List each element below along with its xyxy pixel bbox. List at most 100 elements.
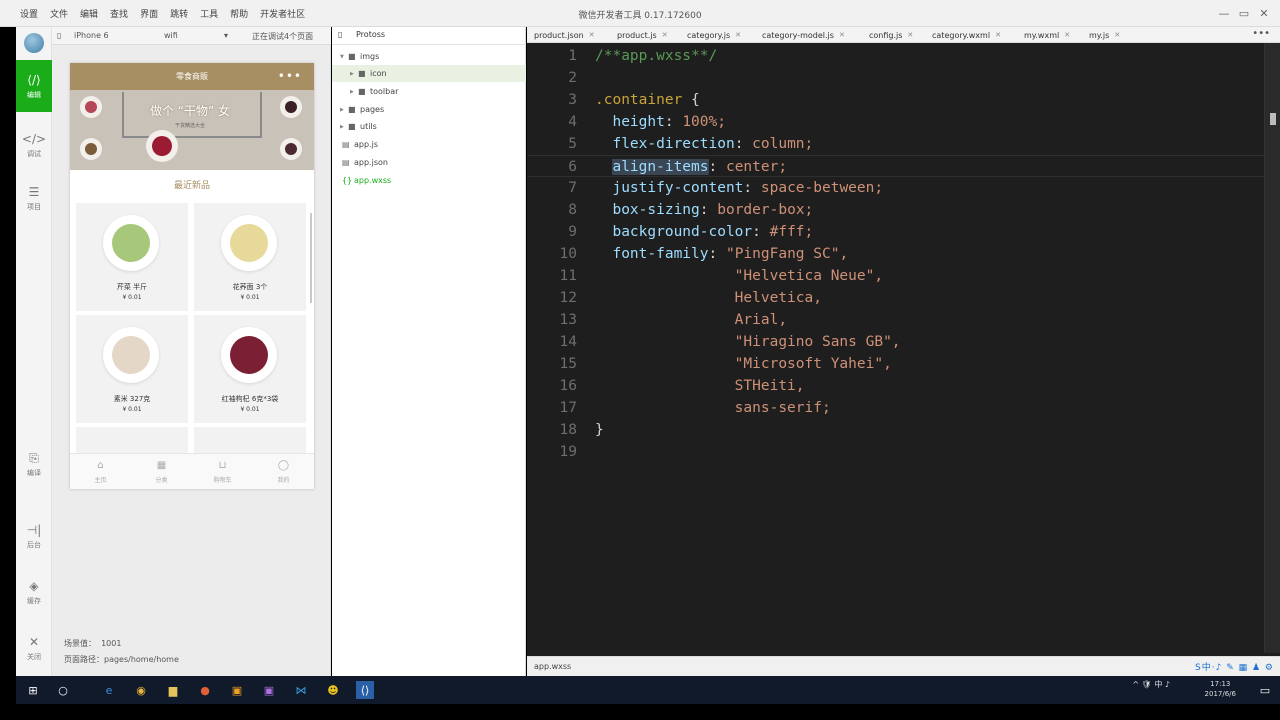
tab-category[interactable]: ▦ 分类 (131, 454, 192, 489)
chevron-right-icon[interactable]: ▶ (340, 107, 348, 113)
menu-item-find[interactable]: 查找 (110, 7, 128, 20)
tree-item-icon[interactable]: ▶ ■ icon (332, 65, 526, 82)
product-card[interactable]: 素米 327克 ¥ 0.01 (76, 315, 188, 423)
code-line[interactable]: 19 (527, 441, 1264, 463)
chevron-right-icon[interactable]: ▶ (350, 71, 358, 77)
close-icon[interactable]: ✕ (735, 31, 741, 39)
tree-item-pages[interactable]: ▶ ■ pages (332, 101, 526, 118)
tab-product-js[interactable]: product.js ✕ (617, 27, 668, 43)
chevron-right-icon[interactable]: ▶ (350, 89, 358, 95)
tab-cart[interactable]: ⊔ 购物车 (192, 454, 253, 489)
menu-item-tools[interactable]: 工具 (200, 7, 218, 20)
clock[interactable]: 17:13 2017/6/6 (1205, 679, 1236, 699)
debug-pages-select[interactable]: 正在调试4个页面 (252, 31, 313, 42)
menu-item-view[interactable]: 界面 (140, 7, 158, 20)
more-icon[interactable]: ••• (278, 69, 302, 83)
close-icon[interactable]: ✕ (589, 31, 595, 39)
menu-item-goto[interactable]: 跳转 (170, 7, 188, 20)
tab-profile[interactable]: ◯ 我的 (253, 454, 314, 489)
tree-item-app-json[interactable]: ▤ app.json (332, 154, 526, 171)
device-select[interactable]: iPhone 6 (74, 31, 109, 40)
scroll-thumb[interactable] (1270, 113, 1276, 125)
tab-category-wxml[interactable]: category.wxml ✕ (932, 27, 1001, 43)
app-icon[interactable]: ☻ (324, 681, 342, 699)
tab-category-js[interactable]: category.js ✕ (687, 27, 741, 43)
product-card[interactable]: 红袖枸杞 6克*3袋 ¥ 0.01 (194, 315, 306, 423)
product-card[interactable]: 芹菜 半斤 ¥ 0.01 (76, 203, 188, 311)
close-icon[interactable]: ✕ (662, 31, 668, 39)
file-explorer-icon[interactable]: ▆ (164, 681, 182, 699)
code-line[interactable]: 7 justify-content: space-between; (527, 177, 1264, 199)
tab-home[interactable]: ⌂ 主页 (70, 454, 131, 489)
activity-close[interactable]: ✕ 关闭 (16, 622, 52, 674)
code-line[interactable]: 13 Arial, (527, 309, 1264, 331)
menu-item-edit[interactable]: 编辑 (80, 7, 98, 20)
code-line[interactable]: 17 sans-serif; (527, 397, 1264, 419)
tab-category-model-js[interactable]: category-model.js ✕ (762, 27, 845, 43)
code-line[interactable]: 12 Helvetica, (527, 287, 1264, 309)
chevron-down-icon[interactable]: ▾ (224, 31, 228, 40)
code-line[interactable]: 5 flex-direction: column; (527, 133, 1264, 155)
activity-compile[interactable]: ⎘ 编译 (16, 438, 52, 490)
avatar[interactable] (24, 33, 44, 53)
app-icon[interactable]: ● (196, 681, 214, 699)
tab-my-js[interactable]: my.js ✕ (1089, 27, 1120, 43)
editor-scrollbar[interactable] (1264, 43, 1280, 653)
close-icon[interactable]: ✕ (907, 31, 913, 39)
system-tray[interactable]: ^ 🛡 中 ♪ (1132, 679, 1170, 690)
app-icon[interactable]: ▣ (260, 681, 278, 699)
close-icon[interactable]: ✕ (995, 31, 1001, 39)
tree-item-utils[interactable]: ▶ ■ utils (332, 118, 526, 135)
tab-config-js[interactable]: config.js ✕ (869, 27, 913, 43)
code-area[interactable]: 1 /**app.wxss**/ 2 3 .container {4 height: 1… (527, 43, 1264, 653)
code-line[interactable]: 4 height: 100%; (527, 111, 1264, 133)
chrome-icon[interactable]: ◉ (132, 681, 150, 699)
wechat-devtools-icon[interactable]: ⟨⟩ (356, 681, 374, 699)
code-line[interactable]: 6 align-items: center; (527, 155, 1264, 177)
code-line[interactable]: 14 "Hiragino Sans GB", (527, 331, 1264, 353)
tree-item-app-js[interactable]: ▤ app.js (332, 136, 526, 153)
tree-item-app-wxss[interactable]: {} app.wxss (332, 172, 526, 189)
code-line[interactable]: 11 "Helvetica Neue", (527, 265, 1264, 287)
activity-background[interactable]: ⊣| 后台 (16, 510, 52, 562)
banner[interactable]: 做个 “干物” 女 干货精选大全 (70, 90, 314, 170)
menu-item-help[interactable]: 帮助 (230, 7, 248, 20)
code-line[interactable]: 18} (527, 419, 1264, 441)
maximize-icon[interactable]: ▭ (1234, 4, 1254, 22)
activity-debug[interactable]: </> 调试 (16, 119, 52, 171)
tab-my-wxml[interactable]: my.wxml ✕ (1024, 27, 1070, 43)
edge-browser-icon[interactable]: e (100, 681, 118, 699)
chevron-right-icon[interactable]: ▶ (340, 124, 348, 130)
tree-item-imgs[interactable]: ▼ ■ imgs (332, 48, 526, 65)
code-line[interactable]: 8 box-sizing: border-box; (527, 199, 1264, 221)
tab-product-json[interactable]: product.json ✕ (534, 27, 595, 43)
menu-item-file[interactable]: 文件 (50, 7, 68, 20)
code-line[interactable]: 16 STHeiti, (527, 375, 1264, 397)
code-line[interactable]: 2 (527, 67, 1264, 89)
close-icon[interactable]: ✕ (839, 31, 845, 39)
product-card[interactable]: 花荞面 3个 ¥ 0.01 (194, 203, 306, 311)
chevron-down-icon[interactable]: ▼ (340, 54, 348, 60)
phone-scrollbar[interactable] (310, 213, 312, 303)
more-tabs-icon[interactable]: ••• (1252, 28, 1270, 39)
windows-start-icon[interactable]: ⊞ (24, 681, 42, 699)
code-line[interactable]: 1 /**app.wxss**/ (527, 45, 1264, 67)
activity-project[interactable]: ☰ 项目 (16, 172, 52, 224)
close-window-icon[interactable]: ✕ (1254, 4, 1274, 22)
menu-item-settings[interactable]: 设置 (20, 7, 38, 20)
code-line[interactable]: 9 background-color: #fff; (527, 221, 1264, 243)
close-icon[interactable]: ✕ (1114, 31, 1120, 39)
notification-icon[interactable]: ▭ (1256, 681, 1274, 699)
code-line[interactable]: 15 "Microsoft Yahei", (527, 353, 1264, 375)
activity-cache[interactable]: ◈ 缓存 (16, 566, 52, 618)
search-icon[interactable]: ○ (54, 681, 72, 699)
app-icon[interactable]: ▣ (228, 681, 246, 699)
code-line[interactable]: 3 .container { (527, 89, 1264, 111)
code-line[interactable]: 10 font-family: "PingFang SC", (527, 243, 1264, 265)
close-icon[interactable]: ✕ (1064, 31, 1070, 39)
activity-edit[interactable]: ⟨/⟩ 编辑 (16, 60, 52, 112)
tree-item-toolbar[interactable]: ▶ ■ toolbar (332, 83, 526, 100)
minimize-icon[interactable]: — (1214, 4, 1234, 22)
network-select[interactable]: wifi (164, 31, 178, 40)
visual-studio-icon[interactable]: ⋈ (292, 681, 310, 699)
